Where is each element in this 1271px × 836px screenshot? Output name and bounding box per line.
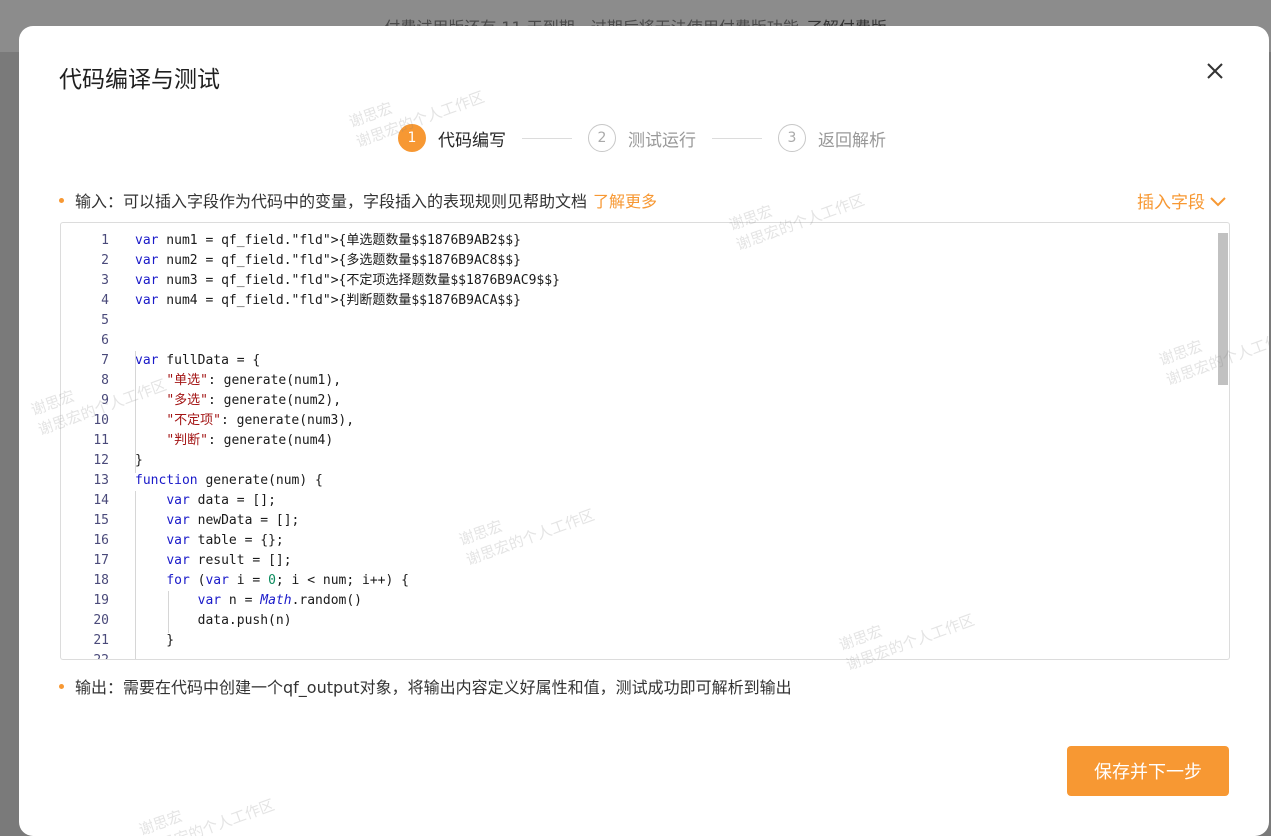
code-line[interactable]: "多选": generate(num2), [135,391,560,411]
code-line[interactable]: var num4 = qf_field."fld">{判断题数量$$1876B9… [135,291,560,311]
code-line[interactable]: for (var i = 0; i < num; i++) { [135,571,560,591]
code-line[interactable]: ​ [135,651,560,659]
line-number: 21 [93,633,109,648]
code-line[interactable]: "单选": generate(num1), [135,371,560,391]
line-number: 5 [101,313,109,328]
line-number: 11 [93,433,109,448]
indent-guide [168,591,169,633]
step-number: 1 [398,124,426,152]
code-line[interactable]: function generate(num) { [135,471,560,491]
step-code-writing[interactable]: 1 代码编写 [398,124,506,152]
code-line[interactable]: var table = {}; [135,531,560,551]
code-line[interactable]: data.push(n) [135,611,560,631]
code-body[interactable]: var num1 = qf_field."fld">{单选题数量$$1876B9… [135,231,560,659]
code-line[interactable]: ​ [135,311,560,331]
line-number: 7 [101,353,109,368]
line-number: 4 [101,293,109,308]
line-number: 14 [93,493,109,508]
line-number: 15 [93,513,109,528]
line-number: 22 [61,651,109,659]
step-connector [712,137,762,139]
line-number: 8 [101,373,109,388]
step-test-run[interactable]: 2 测试运行 [588,124,696,152]
insert-field-label: 插入字段 [1137,193,1205,213]
line-number: 1 [101,233,109,248]
save-and-next-button[interactable]: 保存并下一步 [1067,746,1229,796]
code-line[interactable]: var num1 = qf_field."fld">{单选题数量$$1876B9… [135,231,560,251]
editor-scrollbar[interactable] [1218,233,1228,385]
line-number: 18 [93,573,109,588]
line-number: 3 [101,273,109,288]
code-line[interactable]: "不定项": generate(num3), [135,411,560,431]
close-icon[interactable] [1204,60,1226,82]
line-number: 20 [93,613,109,628]
code-line[interactable]: } [135,451,560,471]
line-number: 9 [101,393,109,408]
code-line[interactable]: var newData = []; [135,511,560,531]
code-line[interactable]: ​ [135,331,560,351]
input-note: 输入：可以插入字段作为代码中的变量，字段插入的表现规则见帮助文档 了解更多 [59,188,657,212]
step-return-parse[interactable]: 3 返回解析 [778,124,886,152]
dialog-title: 代码编译与测试 [59,67,220,93]
code-line[interactable]: } [135,631,560,651]
line-number: 6 [101,333,109,348]
code-compile-dialog: 代码编译与测试 1 代码编写 2 测试运行 3 返回解析 输入：可以插入字段作为… [19,26,1269,836]
line-number: 16 [93,533,109,548]
code-line[interactable]: "判断": generate(num4) [135,431,560,451]
line-number: 12 [93,453,109,468]
indent-guide [135,351,136,473]
code-editor[interactable]: 1 2 3 4 5 6 7 8 9 10 11 12 13 14 15 16 1… [60,222,1230,660]
bullet-dot [59,683,64,689]
line-number: 2 [101,253,109,268]
step-number: 3 [778,124,806,152]
code-line[interactable]: var result = []; [135,551,560,571]
chevron-down-icon [1210,196,1226,206]
learn-more-link[interactable]: 了解更多 [593,188,657,212]
step-label: 代码编写 [438,130,506,151]
code-line[interactable]: var num3 = qf_field."fld">{不定项选择题数量$$187… [135,271,560,291]
indent-guide [135,491,136,659]
code-line[interactable]: var n = Math.random() [135,591,560,611]
watermark: 谢思宏 谢思宏的个人工作区 [136,795,277,836]
line-number: 10 [93,413,109,428]
step-number: 2 [588,124,616,152]
code-line[interactable]: var num2 = qf_field."fld">{多选题数量$$1876B9… [135,251,560,271]
line-number: 13 [93,473,109,488]
code-line[interactable]: var data = []; [135,491,560,511]
output-note-text: 输出：需要在代码中创建一个qf_output对象，将输出内容定义好属性和值，测试… [75,678,792,697]
step-connector [522,137,572,139]
code-line[interactable]: var fullData = { [135,351,560,371]
line-number: 19 [93,593,109,608]
bullet-dot [59,197,64,203]
step-label: 测试运行 [628,130,696,151]
insert-field-dropdown[interactable]: 插入字段 [1137,188,1227,213]
step-label: 返回解析 [818,130,886,151]
stepper: 1 代码编写 2 测试运行 3 返回解析 [398,122,886,154]
line-number-gutter: 1 2 3 4 5 6 7 8 9 10 11 12 13 14 15 16 1… [61,231,109,659]
input-note-text: 输入：可以插入字段作为代码中的变量，字段插入的表现规则见帮助文档 [75,192,588,211]
line-number: 17 [93,553,109,568]
output-note: 输出：需要在代码中创建一个qf_output对象，将输出内容定义好属性和值，测试… [59,674,792,698]
